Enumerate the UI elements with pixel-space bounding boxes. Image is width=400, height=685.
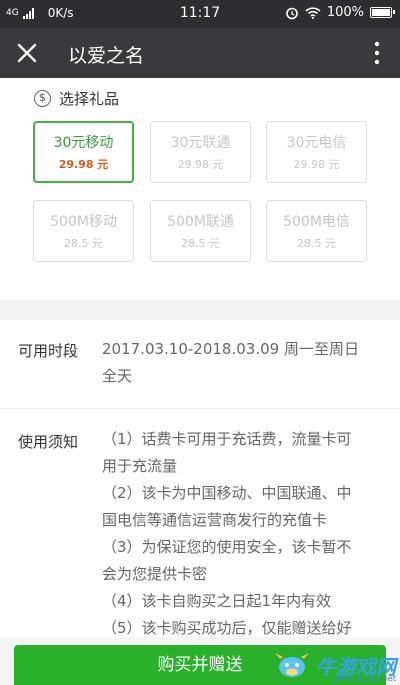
battery-percent: 100% <box>326 5 364 20</box>
notice-line: （4）该卡自购买之日起1年内有效 <box>102 592 332 610</box>
notice-line: （1）话费卡可用于充话费，流量卡可 <box>102 430 352 448</box>
availability-line: 全天 <box>102 367 133 385</box>
watermark-url: www.newyx.net <box>332 674 396 683</box>
notice-line: （5）该卡购买成功后，仅能赠送给好 <box>102 619 352 637</box>
notice-line: （3）为保证您的使用安全，该卡暂不 <box>102 538 352 556</box>
availability-value: 2017.03.10-2018.03.09 周一至周日 全天 <box>102 336 388 390</box>
watermark: 牛游戏网 www.newyx.net <box>272 649 396 683</box>
gift-card-price: 28.5 元 <box>64 237 103 250</box>
notice-value: （1）话费卡可用于充话费，流量卡可 用于充流量 （2）该卡为中国移动、中国联通、… <box>102 426 388 638</box>
status-right: 100% <box>285 5 395 20</box>
currency-icon: $ <box>34 90 51 107</box>
battery-icon <box>370 7 395 18</box>
gift-card-30-mobile[interactable]: 30元移动 29.98 元 <box>33 121 134 183</box>
cow-logo-icon <box>275 653 309 677</box>
gift-card-name: 30元电信 <box>286 135 347 151</box>
gift-card-name: 500M联通 <box>167 214 234 230</box>
gift-card-30-telecom[interactable]: 30元电信 29.98 元 <box>266 121 367 183</box>
close-icon[interactable] <box>14 40 40 66</box>
gift-card-name: 30元移动 <box>53 135 114 151</box>
availability-line: 2017.03.10-2018.03.09 周一至周日 <box>102 340 359 358</box>
notice-line: 国电信等通信运营商发行的充值卡 <box>102 511 328 529</box>
gift-section-title: 选择礼品 <box>59 90 120 108</box>
gift-card-500m-telecom[interactable]: 500M电信 28.5 元 <box>266 200 367 262</box>
alarm-icon <box>286 7 298 19</box>
gift-card-price: 29.98 元 <box>177 158 224 171</box>
notice-line: 会为您提供卡密 <box>102 565 208 583</box>
notice-line: 用于充流量 <box>102 457 178 475</box>
section-divider <box>0 300 400 320</box>
gift-card-price: 29.98 元 <box>293 158 340 171</box>
row-divider <box>0 408 400 409</box>
gift-card-30-unicom[interactable]: 30元联通 29.98 元 <box>150 121 251 183</box>
gift-card-price: 28.5 元 <box>181 237 220 250</box>
gift-card-price: 29.98 元 <box>58 158 109 171</box>
gift-card-price: 28.5 元 <box>297 237 336 250</box>
title-bar: 以爱之名 <box>0 28 400 78</box>
gift-card-500m-unicom[interactable]: 500M联通 28.5 元 <box>150 200 251 262</box>
more-icon[interactable] <box>374 41 380 65</box>
wifi-icon <box>305 6 321 19</box>
notice-line: （2）该卡为中国移动、中国联通、中 <box>102 484 352 502</box>
notice-label: 使用须知 <box>18 433 79 451</box>
gift-card-500m-mobile[interactable]: 500M移动 28.5 元 <box>33 200 134 262</box>
gift-card-name: 500M移动 <box>50 214 117 230</box>
page-title: 以爱之名 <box>68 45 145 67</box>
status-bar: 4G 0K/s 11:17 100% <box>0 0 400 28</box>
gift-card-name: 30元联通 <box>170 135 231 151</box>
gift-card-name: 500M电信 <box>283 214 350 230</box>
availability-label: 可用时段 <box>18 342 79 360</box>
gift-section-header: $ 选择礼品 <box>34 88 119 109</box>
